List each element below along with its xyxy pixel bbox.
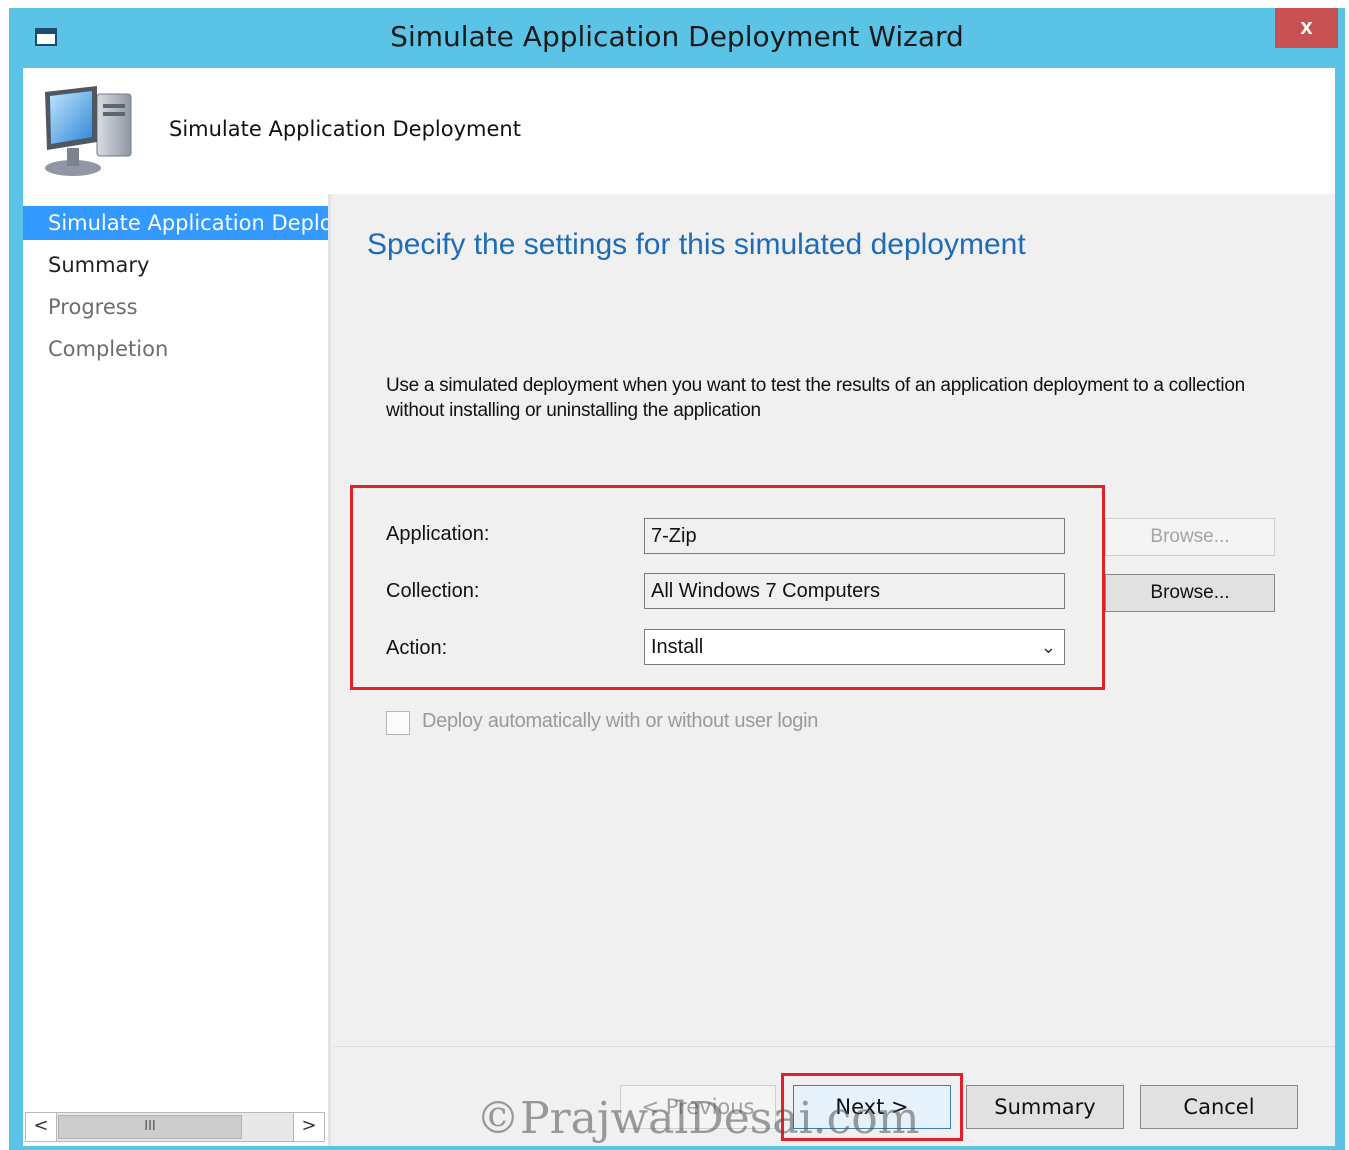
window-title: Simulate Application Deployment Wizard	[390, 20, 964, 53]
wizard-window: Simulate Application Deployment Wizard x	[9, 8, 1345, 1150]
cancel-button[interactable]: Cancel	[1140, 1085, 1298, 1129]
page-description: Use a simulated deployment when you want…	[386, 375, 1245, 421]
banner-title: Simulate Application Deployment	[169, 117, 521, 141]
nav-divider	[328, 194, 331, 1146]
chevron-down-icon: ⌄	[1040, 637, 1056, 657]
nav-horizontal-scrollbar[interactable]: < III >	[25, 1112, 325, 1142]
nav-step-simulate-application-deployment[interactable]: Simulate Application Deployment	[23, 206, 328, 240]
application-field: 7-Zip	[644, 518, 1065, 554]
wizard-banner: Simulate Application Deployment	[23, 68, 1335, 194]
wizard-client-area: Simulate Application Deployment Simulate…	[23, 68, 1335, 1146]
title-bar[interactable]: Simulate Application Deployment Wizard x	[9, 8, 1345, 68]
deploy-automatically-checkbox[interactable]	[386, 711, 410, 735]
collection-browse-button[interactable]: Browse...	[1105, 574, 1275, 612]
action-label: Action:	[386, 637, 448, 659]
scroll-right-button[interactable]: >	[293, 1113, 324, 1141]
nav-step-summary[interactable]: Summary	[23, 248, 328, 282]
deploy-automatically-label: Deploy automatically with or without use…	[422, 710, 819, 732]
collection-field: All Windows 7 Computers	[644, 573, 1065, 609]
action-select[interactable]: Install ⌄	[644, 629, 1065, 665]
scroll-left-button[interactable]: <	[26, 1113, 57, 1141]
watermark: ©PrajwalDesai.com	[476, 1093, 920, 1144]
collection-label: Collection:	[386, 580, 480, 602]
application-label: Application:	[386, 523, 490, 545]
action-select-value: Install	[651, 636, 704, 658]
footer-separator	[333, 1046, 1335, 1047]
scroll-thumb[interactable]: III	[58, 1115, 242, 1139]
nav-step-progress: Progress	[48, 295, 138, 319]
page-heading: Specify the settings for this simulated …	[367, 228, 1026, 261]
application-browse-button: Browse...	[1105, 518, 1275, 556]
nav-step-completion: Completion	[48, 337, 169, 361]
close-button[interactable]: x	[1275, 8, 1338, 48]
computer-icon	[45, 86, 132, 176]
close-icon: x	[1300, 14, 1313, 39]
wizard-steps-nav: Simulate Application Deployment Summary …	[23, 194, 328, 1146]
summary-button[interactable]: Summary	[966, 1085, 1124, 1129]
